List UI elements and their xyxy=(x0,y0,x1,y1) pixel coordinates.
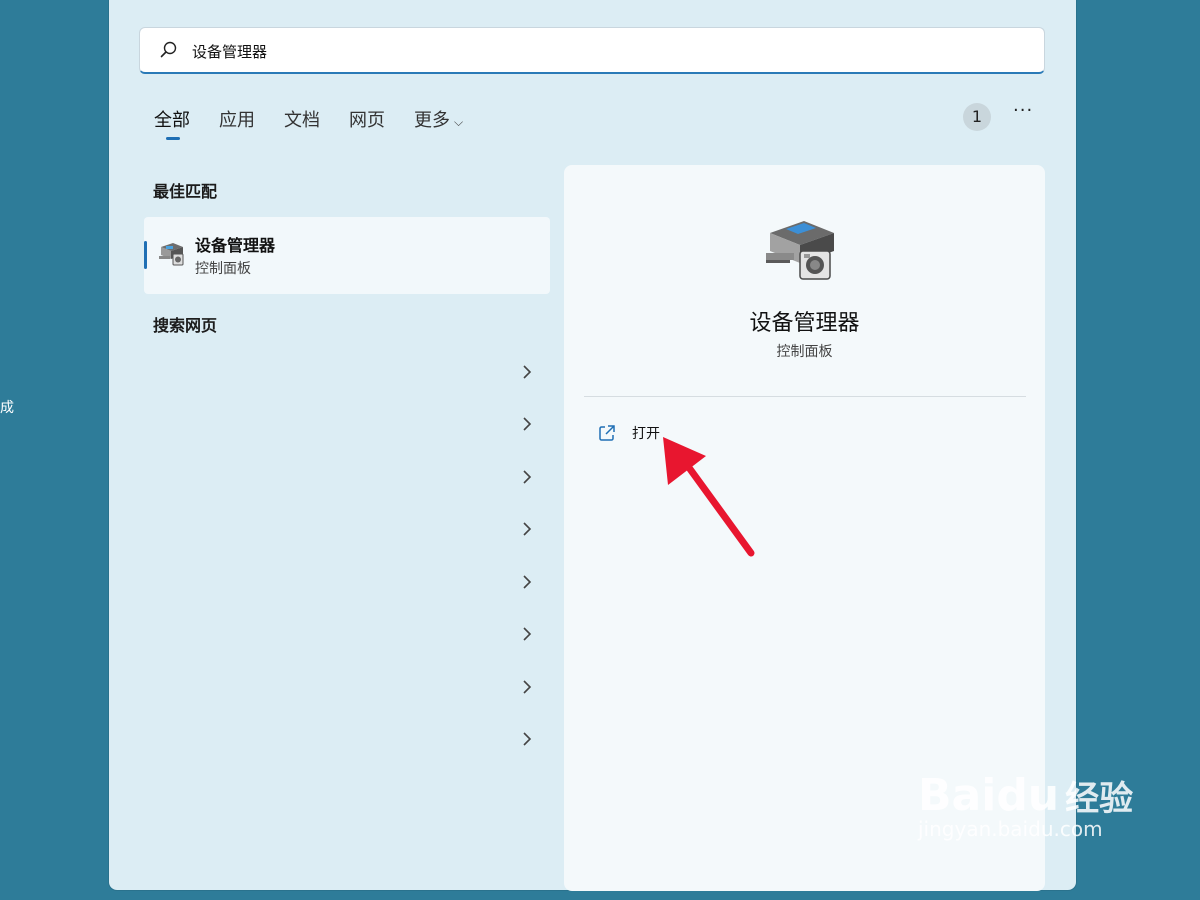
paw-logo: du xyxy=(996,770,1060,821)
baidu-watermark: Baidu 经验 jingyan.baidu.com xyxy=(918,770,1134,841)
annotation-arrow xyxy=(663,437,755,557)
